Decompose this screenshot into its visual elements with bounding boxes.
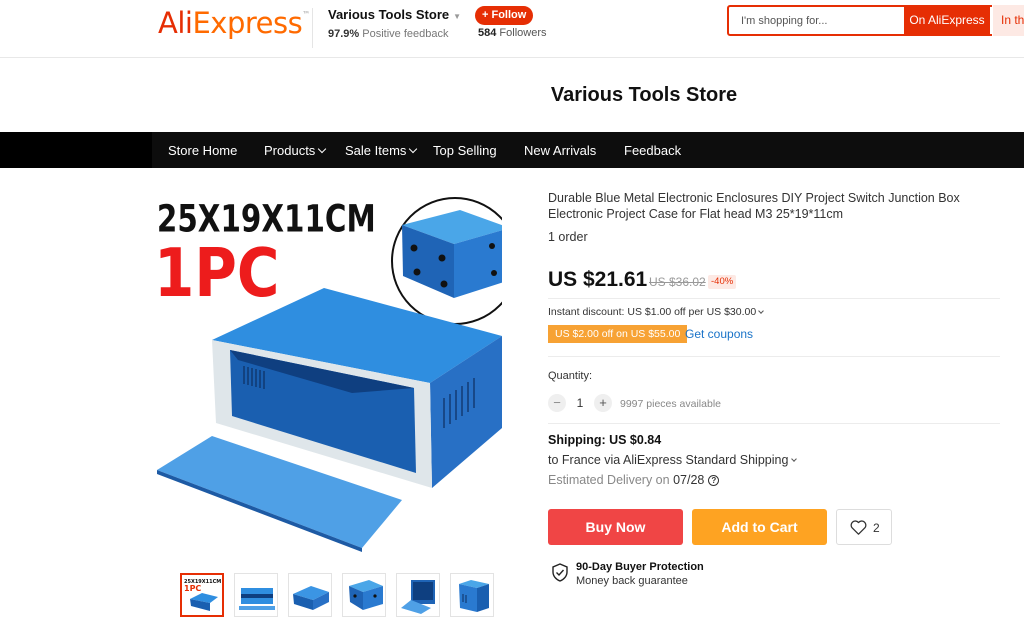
chevron-down-icon <box>409 144 418 154</box>
divider <box>548 356 1000 357</box>
shipping-method-dropdown[interactable]: to France via AliExpress Standard Shippi… <box>548 453 798 467</box>
nav-item-feedback[interactable]: Feedback <box>624 132 681 168</box>
store-banner-title: Various Tools Store <box>550 84 738 106</box>
feedback-value: 97.9% <box>328 28 360 40</box>
thumbnail-6[interactable] <box>450 573 494 617</box>
nav-item-label: Sale Items <box>345 143 407 158</box>
original-price: US $36.02 <box>649 275 706 289</box>
search-bar: On AliExpress In th <box>727 5 1024 36</box>
get-coupons-link[interactable]: Get coupons <box>685 327 753 341</box>
store-name-label: Various Tools Store <box>328 7 450 22</box>
nav-item-sale-items[interactable]: Sale Items <box>345 132 418 168</box>
nav-item-label: Top Selling <box>433 143 497 158</box>
aliexpress-logo[interactable]: AliExpress™ <box>158 6 310 40</box>
thumbnail-strip: 25X19X11CM 1PC <box>180 573 500 618</box>
followers-label: Followers <box>499 27 547 39</box>
instant-discount-text: Instant discount: US $1.00 off per US $3… <box>548 306 757 318</box>
search-in-store-button[interactable]: In th <box>992 5 1024 36</box>
follow-button[interactable]: + Follow <box>475 6 534 25</box>
shield-check-icon <box>552 563 568 582</box>
product-main-image[interactable]: 25X19X11CM 1PC <box>152 188 502 558</box>
quantity-increase-button[interactable]: + <box>594 394 612 412</box>
nav-item-store-home[interactable]: Store Home <box>168 132 237 168</box>
buyer-protection-title: 90-Day Buyer Protection <box>576 561 704 573</box>
divider <box>548 298 1000 299</box>
thumbnail-2[interactable] <box>234 573 278 617</box>
divider <box>548 423 1000 424</box>
quantity-value[interactable]: 1 <box>574 396 586 410</box>
shipping-method-text: to France via AliExpress Standard Shippi… <box>548 453 789 467</box>
chevron-down-icon <box>791 456 798 462</box>
store-nav-inner: Store Home Products Sale Items Top Selli… <box>152 132 1024 168</box>
feedback-label: Positive feedback <box>362 28 449 40</box>
buy-now-button[interactable]: Buy Now <box>548 509 683 545</box>
product-illustration: 25X19X11CM 1PC <box>154 197 502 552</box>
product-title: Durable Blue Metal Electronic Enclosures… <box>548 191 960 221</box>
chevron-down-icon <box>318 144 327 154</box>
nav-item-label: New Arrivals <box>524 143 597 158</box>
nav-item-products[interactable]: Products <box>264 132 327 168</box>
quantity-decrease-button[interactable]: − <box>548 394 566 412</box>
svg-text:1PC: 1PC <box>184 584 201 593</box>
nav-item-label: Products <box>264 143 316 158</box>
estimated-delivery: Estimated Delivery on 07/28? <box>548 473 720 487</box>
order-count: 1 order <box>548 230 588 244</box>
caret-down-icon: ▼ <box>453 12 462 21</box>
buyer-protection-subtitle: Money back guarantee <box>576 575 688 587</box>
logo-trademark: ™ <box>302 10 310 19</box>
thumbnail-3[interactable] <box>288 573 332 617</box>
search-aliexpress-button[interactable]: On AliExpress <box>904 5 990 36</box>
logo-ali-text: Ali <box>158 6 193 40</box>
nav-item-label: Store Home <box>168 143 238 158</box>
thumbnail-4[interactable] <box>342 573 386 617</box>
followers-count: 584 Followers <box>478 27 547 39</box>
delivery-label: Estimated Delivery on <box>548 473 670 487</box>
wishlist-count: 2 <box>873 521 880 535</box>
help-question-icon[interactable]: ? <box>708 475 720 486</box>
chevron-down-icon <box>758 308 765 314</box>
top-header: AliExpress™ Various Tools Store ▼ 97.9% P… <box>0 0 1024 58</box>
shipping-cost: Shipping: US $0.84 <box>548 433 662 447</box>
nav-item-top-selling[interactable]: Top Selling <box>433 132 497 168</box>
header-divider <box>312 8 313 48</box>
add-to-cart-button[interactable]: Add to Cart <box>692 509 827 545</box>
wishlist-button[interactable]: 2 <box>836 509 892 545</box>
qty-overlay-text: 1PC <box>154 234 279 312</box>
delivery-date: 07/28 <box>673 473 705 487</box>
nav-item-label: Feedback <box>624 143 682 158</box>
discount-badge: -40% <box>708 275 737 289</box>
heart-icon <box>850 520 867 535</box>
coupon-badge: US $2.00 off on US $55.00 <box>548 325 688 343</box>
nav-item-new-arrivals[interactable]: New Arrivals <box>524 132 596 168</box>
thumbnail-5[interactable] <box>396 573 440 617</box>
search-input[interactable] <box>729 7 899 34</box>
store-nav: Store Home Products Sale Items Top Selli… <box>0 132 1024 168</box>
thumbnail-1[interactable]: 25X19X11CM 1PC <box>180 573 224 617</box>
instant-discount-dropdown[interactable]: Instant discount: US $1.00 off per US $3… <box>548 306 765 318</box>
positive-feedback: 97.9% Positive feedback <box>328 28 448 40</box>
current-price: US $21.61 <box>548 268 648 291</box>
quantity-label: Quantity: <box>548 370 593 382</box>
inset-circle-image <box>391 197 502 325</box>
store-name-dropdown[interactable]: Various Tools Store ▼ <box>328 7 461 22</box>
followers-number: 584 <box>478 27 497 39</box>
logo-express-text: Express <box>192 6 303 40</box>
pieces-available: 9997 pieces available <box>620 398 721 410</box>
